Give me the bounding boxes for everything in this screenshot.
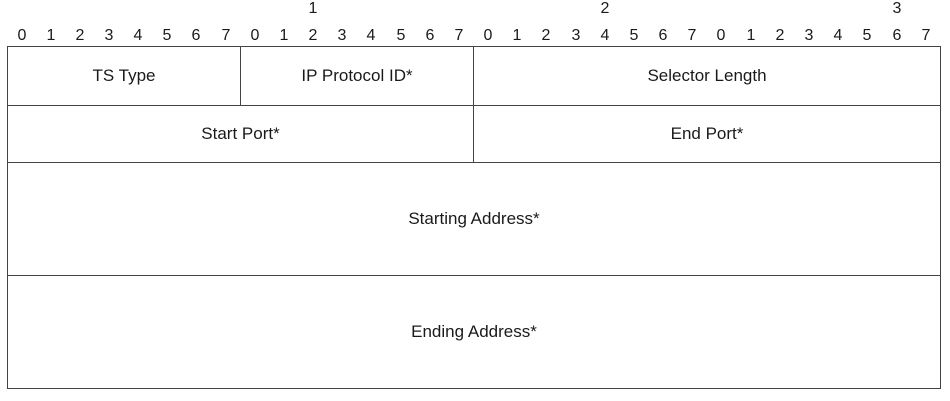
ruler-bit-digit: 5 [629, 27, 639, 44]
ruler-tens-digit: 2 [600, 0, 610, 17]
ruler-bit-digit: 0 [716, 27, 726, 44]
ruler-bit-digit: 3 [337, 27, 347, 44]
ruler-bit-digit: 1 [746, 27, 756, 44]
ruler-bit-digit: 6 [425, 27, 435, 44]
field-start-port: Start Port* [8, 106, 474, 163]
ruler-bit-digit: 7 [921, 27, 931, 44]
ruler-bit-digit: 5 [862, 27, 872, 44]
ruler-bit-digit: 0 [17, 27, 27, 44]
ruler-bit-digit: 0 [483, 27, 493, 44]
ruler-bit-digit: 3 [804, 27, 814, 44]
ruler-bit-digit: 2 [541, 27, 551, 44]
ruler-bit-digit: 5 [162, 27, 172, 44]
field-grid: TS Type IP Protocol ID* Selector Length … [7, 46, 941, 389]
ruler-bit-digit: 1 [279, 27, 289, 44]
ruler-bit-digit: 0 [250, 27, 260, 44]
ruler-bit-digit: 2 [308, 27, 318, 44]
ruler-bit-digit: 1 [46, 27, 56, 44]
field-selector-length: Selector Length [474, 47, 940, 106]
ruler-bit-digit: 6 [191, 27, 201, 44]
ruler-bit-digit: 7 [687, 27, 697, 44]
field-ending-address: Ending Address* [411, 322, 537, 341]
ruler-bit-digit: 1 [512, 27, 522, 44]
field-ip-protocol-id: IP Protocol ID* [241, 47, 474, 106]
ruler-bit-digit: 5 [396, 27, 406, 44]
ruler-bit-digit: 2 [75, 27, 85, 44]
ruler-bit-digit: 6 [892, 27, 902, 44]
ruler-bit-digit: 4 [133, 27, 143, 44]
ruler-bit-digit: 4 [833, 27, 843, 44]
field-starting-address: Starting Address* [8, 163, 940, 276]
ruler-bit-digit: 3 [104, 27, 114, 44]
ruler-bit-digit: 3 [571, 27, 581, 44]
ruler-bit-digit: 7 [454, 27, 464, 44]
field-ts-type: TS Type [8, 47, 241, 106]
ruler-bit-digit: 4 [600, 27, 610, 44]
field-end-port: End Port* [474, 106, 940, 163]
ruler-tens-digit: 1 [308, 0, 318, 17]
ruler-bit-digit: 7 [221, 27, 231, 44]
ruler-bit-digit: 6 [658, 27, 668, 44]
ruler-bit-digit: 2 [775, 27, 785, 44]
ruler-bit-digit: 4 [366, 27, 376, 44]
ruler-tens-digit: 3 [892, 0, 902, 17]
